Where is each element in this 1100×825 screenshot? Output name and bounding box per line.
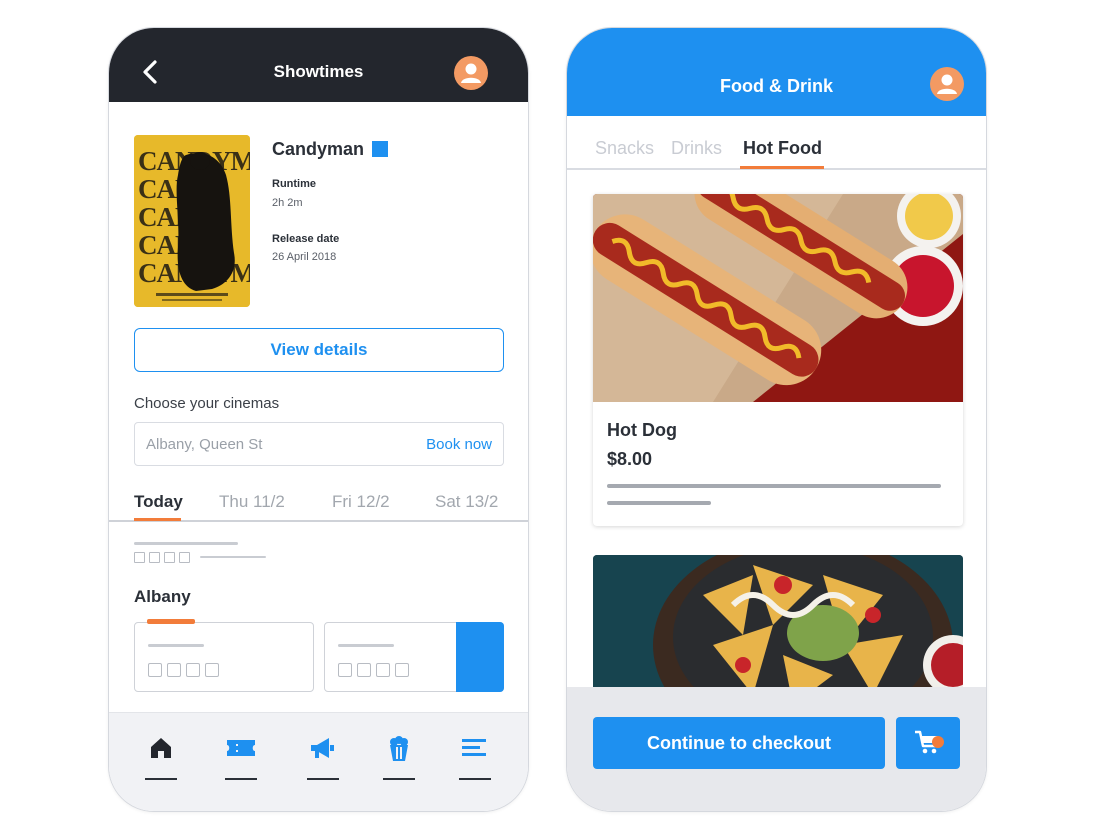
food-item-card[interactable]: [593, 555, 963, 705]
home-icon: [151, 738, 171, 758]
placeholder-line: [338, 644, 394, 647]
nav-home[interactable]: [143, 736, 179, 784]
placeholder-square: [395, 663, 409, 677]
placeholder-square: [167, 663, 181, 677]
placeholder-square: [186, 663, 200, 677]
placeholder-square: [376, 663, 390, 677]
placeholder-square: [148, 663, 162, 677]
placeholder-line: [134, 542, 238, 545]
nav-promotions[interactable]: [305, 736, 341, 784]
placeholder-square: [338, 663, 352, 677]
hot-dog-image: [593, 194, 963, 402]
popcorn-icon: [390, 736, 408, 761]
nav-indicator: [459, 778, 491, 780]
date-tab-fri[interactable]: Fri 12/2: [332, 492, 390, 512]
megaphone-icon: [311, 738, 334, 758]
choose-cinemas-label: Choose your cinemas: [134, 395, 280, 412]
page-title: Food & Drink: [720, 76, 833, 96]
nav-indicator: [225, 778, 257, 780]
nav-menu[interactable]: [457, 736, 493, 784]
food-drink-screen: Food & Drink Snacks Drinks Hot Food Hot …: [566, 27, 987, 812]
cinema-select-field[interactable]: Albany, Queen St Book now: [134, 422, 504, 466]
runtime-label: Runtime: [272, 178, 316, 190]
book-now-link[interactable]: Book now: [426, 436, 492, 453]
showtimes-screen: Showtimes CANDYMAN CAN CAN CAN CANDYMAN …: [108, 27, 529, 812]
ticket-icon: [227, 740, 255, 756]
placeholder-square: [357, 663, 371, 677]
placeholder-square: [179, 552, 190, 563]
cinema-name: Albany: [134, 587, 191, 606]
food-item-price: $8.00: [607, 449, 653, 469]
placeholder-line: [200, 556, 266, 558]
active-tab-indicator: [740, 166, 824, 169]
placeholder-square: [134, 552, 145, 563]
nav-indicator: [307, 778, 339, 780]
tab-drinks[interactable]: Drinks: [671, 138, 722, 159]
runtime-value: 2h 2m: [272, 197, 303, 209]
checkout-bar: Continue to checkout: [567, 687, 986, 811]
movie-title: Candyman: [272, 139, 365, 159]
user-avatar-icon[interactable]: [930, 67, 964, 101]
nav-food[interactable]: [381, 736, 417, 784]
active-tab-indicator: [134, 518, 181, 521]
placeholder-line: [148, 644, 204, 647]
release-date-label: Release date: [272, 233, 340, 245]
user-avatar-icon[interactable]: [454, 56, 488, 90]
cart-button[interactable]: [896, 717, 960, 769]
tab-snacks[interactable]: Snacks: [595, 138, 654, 159]
menu-icon: [462, 739, 486, 756]
cart-icon: [915, 730, 944, 754]
showtimes-header: Showtimes: [109, 28, 528, 102]
bottom-navigation: [109, 712, 528, 811]
tab-hot-food[interactable]: Hot Food: [743, 138, 822, 159]
showtime-card-highlight[interactable]: [456, 622, 504, 692]
nav-indicator: [383, 778, 415, 780]
nachos-image: [593, 555, 963, 705]
selected-showtime-tag: [147, 619, 195, 624]
placeholder-square: [205, 663, 219, 677]
movie-poster: CANDYMAN CAN CAN CAN CANDYMAN: [134, 135, 250, 307]
rating-badge: [372, 141, 388, 157]
date-tab-sat[interactable]: Sat 13/2: [435, 492, 498, 512]
placeholder-line: [607, 484, 941, 488]
placeholder-square: [164, 552, 175, 563]
date-tab-thu[interactable]: Thu 11/2: [219, 492, 285, 512]
nav-indicator: [145, 778, 177, 780]
cinema-select-value: Albany, Queen St: [146, 436, 263, 453]
release-date-value: 26 April 2018: [272, 251, 337, 263]
placeholder-square: [149, 552, 160, 563]
showtime-card[interactable]: [134, 622, 314, 692]
view-details-button[interactable]: View details: [134, 328, 504, 372]
placeholder-line: [607, 501, 711, 505]
date-tab-today[interactable]: Today: [134, 492, 183, 512]
food-header: Food & Drink: [567, 28, 986, 116]
continue-checkout-button[interactable]: Continue to checkout: [593, 717, 885, 769]
food-item-card[interactable]: Hot Dog $8.00: [593, 194, 963, 526]
food-item-name: Hot Dog: [607, 420, 677, 440]
nav-tickets[interactable]: [223, 736, 259, 784]
